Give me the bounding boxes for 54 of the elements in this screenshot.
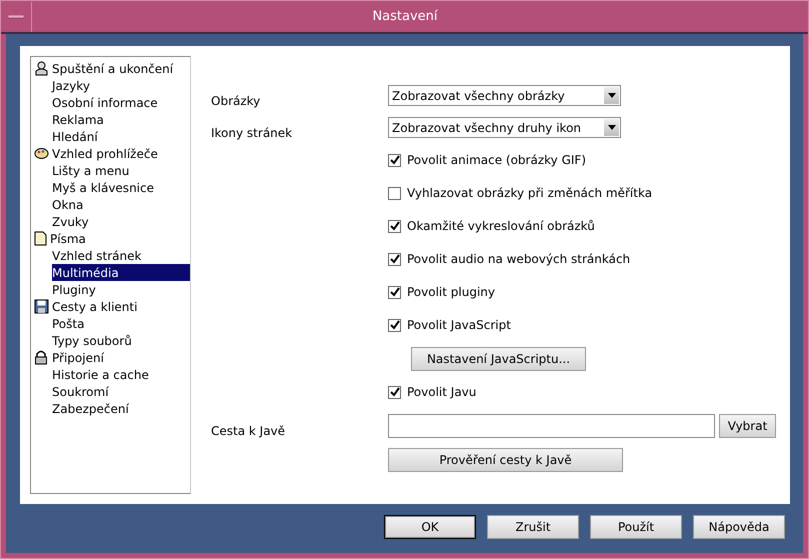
checkbox[interactable] — [388, 252, 401, 266]
tree-item[interactable]: Jazyky — [32, 77, 190, 94]
checkbox[interactable] — [388, 186, 401, 200]
checkbox-label: Povolit pluginy — [407, 285, 495, 299]
person-icon — [34, 61, 49, 76]
minimize-bar-icon — [8, 14, 24, 18]
tree-item[interactable]: Připojení — [32, 349, 190, 366]
tree-item[interactable]: Typy souborů — [32, 332, 190, 349]
tree-item[interactable]: Reklama — [32, 111, 190, 128]
dropdown[interactable]: Zobrazovat všechny druhy ikon — [388, 117, 621, 138]
check-java-path-button[interactable]: Prověření cesty k Javě — [388, 448, 623, 472]
tree-item[interactable]: Historie a cache — [32, 366, 190, 383]
tree-item[interactable]: Hledání — [32, 128, 190, 145]
field-label: Ikony stránek — [211, 126, 294, 140]
java-path-field[interactable] — [388, 414, 715, 438]
checkbox-label: Povolit Javu — [407, 385, 476, 399]
checkbox-label: Povolit animace (obrázky GIF) — [407, 153, 586, 167]
checkbox-label: Okamžité vykreslování obrázků — [407, 219, 595, 233]
tree-item[interactable]: Zabezpečení — [32, 400, 190, 417]
tree-item[interactable]: Multimédia — [52, 264, 190, 281]
checkbox-label: Vyhlazovat obrázky při změnách měřítka — [407, 186, 652, 200]
dialog-button[interactable]: OK — [384, 515, 476, 539]
checkbox[interactable] — [388, 220, 401, 232]
dropdown[interactable]: Zobrazovat všechny obrázky — [388, 85, 621, 106]
tree-item[interactable]: Písma — [32, 230, 190, 247]
checkbox-label: Povolit audio na webových stránkách — [407, 252, 630, 266]
browse-button[interactable]: Vybrat — [719, 414, 776, 438]
tree-item[interactable]: Cesty a klienti — [32, 298, 190, 315]
window-title: Nastavení — [371, 9, 439, 24]
tree-item[interactable]: Pošta — [32, 315, 190, 332]
field-label: Cesta k Javě — [211, 424, 286, 438]
field-label: Obrázky — [211, 94, 262, 108]
palette-icon — [34, 147, 49, 160]
checkbox-label: Povolit JavaScript — [407, 318, 511, 332]
dialog-button[interactable]: Použít — [590, 515, 682, 539]
tree-item[interactable]: Vzhled stránek — [32, 247, 190, 264]
tree-item[interactable]: Soukromí — [32, 383, 190, 400]
checkbox[interactable] — [388, 154, 401, 166]
tree-item[interactable]: Pluginy — [32, 281, 190, 298]
tree-item[interactable]: Zvuky — [32, 213, 190, 230]
checkbox[interactable] — [388, 286, 401, 298]
tree-item[interactable]: Lišty a menu — [32, 162, 190, 179]
javascript-settings-button[interactable]: Nastavení JavaScriptu... — [411, 347, 586, 371]
tree-item[interactable]: Vzhled prohlížeče — [32, 145, 190, 162]
dialog-button[interactable]: Nápověda — [693, 515, 785, 539]
lock-icon — [34, 350, 49, 365]
checkbox[interactable] — [388, 318, 401, 332]
dialog-button[interactable]: Zrušit — [487, 515, 579, 539]
tree-item[interactable]: Osobní informace — [32, 94, 190, 111]
tree-item[interactable]: Myš a klávesnice — [32, 179, 190, 196]
page-icon — [34, 231, 47, 246]
tree-item[interactable]: Spuštění a ukončení — [32, 60, 190, 77]
checkbox[interactable] — [388, 386, 401, 398]
tree-item[interactable]: Okna — [32, 196, 190, 213]
